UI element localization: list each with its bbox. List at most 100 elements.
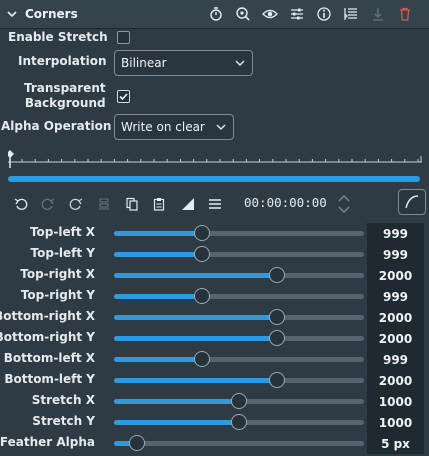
keyframe-ruler[interactable] — [8, 148, 422, 168]
param-row: Stretch Y 1000 — [0, 412, 429, 433]
param-label: Top-right Y — [20, 288, 95, 302]
chevron-down-icon[interactable] — [7, 9, 17, 19]
slider-fill — [114, 378, 277, 383]
curve-icon — [405, 195, 419, 209]
slider-fill — [114, 399, 239, 404]
param-slider[interactable] — [114, 393, 364, 409]
param-label: Feather Alpha — [0, 435, 95, 449]
param-slider[interactable] — [114, 372, 364, 388]
timecode-spinner[interactable] — [337, 193, 351, 215]
slider-fill — [114, 231, 202, 236]
zoom-icon[interactable] — [233, 4, 253, 24]
param-row: Top-right X 2000 — [0, 265, 429, 286]
param-value-field[interactable]: 999 — [367, 244, 424, 265]
info-icon[interactable] — [314, 4, 334, 24]
param-value-field[interactable]: 2000 — [367, 265, 424, 286]
slider-handle[interactable] — [268, 267, 285, 283]
slider-fill — [114, 420, 239, 425]
alpha-operation-label: Alpha Operation — [1, 119, 112, 133]
trash-icon[interactable] — [395, 4, 415, 24]
slider-handle[interactable] — [231, 414, 247, 430]
eye-icon[interactable] — [260, 4, 280, 24]
param-slider[interactable] — [114, 435, 364, 451]
param-slider[interactable] — [114, 309, 364, 325]
slider-handle[interactable] — [268, 330, 285, 346]
stack-icon[interactable] — [95, 195, 113, 213]
param-label: Bottom-left Y — [4, 372, 95, 386]
slider-fill — [114, 336, 277, 341]
param-row: Bottom-left X 999 — [0, 349, 429, 370]
enable-stretch-checkbox[interactable] — [117, 31, 130, 44]
alpha-operation-select[interactable]: Write on clear — [114, 114, 234, 140]
slider-handle[interactable] — [231, 393, 247, 409]
param-label: Top-left X — [29, 225, 95, 239]
param-row: Top-left Y 999 — [0, 244, 429, 265]
param-value-field[interactable]: 999 — [367, 286, 424, 307]
param-row: Bottom-right X 2000 — [0, 307, 429, 328]
slider-handle[interactable] — [268, 372, 285, 388]
sliders-icon[interactable] — [287, 4, 307, 24]
param-label: Bottom-right Y — [0, 330, 95, 344]
param-row: Top-left X 999 — [0, 223, 429, 244]
param-label: Top-right X — [20, 267, 95, 281]
slider-handle[interactable] — [193, 225, 210, 241]
param-slider[interactable] — [114, 330, 364, 346]
param-value-field[interactable]: 1000 — [367, 412, 424, 433]
slider-handle[interactable] — [193, 351, 210, 367]
param-value-field[interactable]: 2000 — [367, 307, 424, 328]
copy-icon[interactable] — [123, 195, 141, 213]
curve-button[interactable] — [398, 189, 426, 215]
keyframe-marker — [8, 150, 14, 158]
alpha-operation-value: Write on clear — [121, 120, 205, 134]
param-value-field[interactable]: 5 px — [367, 433, 424, 454]
param-row: Feather Alpha 5 px — [0, 433, 429, 454]
timer-icon[interactable] — [206, 4, 226, 24]
menu-icon[interactable] — [206, 195, 224, 213]
param-value-field[interactable]: 1000 — [367, 391, 424, 412]
interpolation-select[interactable]: Bilinear — [114, 50, 253, 76]
slider-handle[interactable] — [128, 435, 145, 451]
slider-fill — [114, 315, 277, 320]
param-slider[interactable] — [114, 267, 364, 283]
undo-icon[interactable] — [12, 195, 30, 213]
param-row: Stretch X 1000 — [0, 391, 429, 412]
param-slider[interactable] — [114, 246, 364, 262]
param-slider[interactable] — [114, 225, 364, 241]
timecode-field[interactable]: 00:00:00:00 — [244, 195, 327, 210]
slider-fill — [114, 252, 202, 257]
slider-handle[interactable] — [268, 309, 285, 325]
param-value-field[interactable]: 999 — [367, 223, 424, 244]
interpolation-label: Interpolation — [18, 54, 107, 68]
param-value-field[interactable]: 999 — [367, 349, 424, 370]
transparent-background-label: Transparent Background — [24, 81, 106, 111]
checkmark-icon — [119, 93, 128, 101]
redo-icon[interactable] — [39, 195, 57, 213]
redo-alt-icon[interactable] — [67, 195, 85, 213]
slider-fill — [114, 357, 202, 362]
interpolation-value: Bilinear — [121, 56, 167, 70]
param-row: Bottom-right Y 2000 — [0, 328, 429, 349]
slider-handle[interactable] — [193, 288, 210, 304]
transparent-label-line2: Background — [24, 96, 106, 110]
param-slider[interactable] — [114, 414, 364, 430]
param-label: Bottom-right X — [0, 309, 95, 323]
slider-fill — [114, 294, 202, 299]
param-value-field[interactable]: 2000 — [367, 370, 424, 391]
enable-stretch-label: Enable Stretch — [8, 30, 108, 44]
param-value-field[interactable]: 2000 — [367, 328, 424, 349]
paste-icon[interactable] — [150, 195, 168, 213]
param-row: Top-right Y 999 — [0, 286, 429, 307]
slider-handle[interactable] — [193, 246, 210, 262]
param-label: Stretch Y — [32, 414, 95, 428]
list-icon[interactable] — [341, 4, 361, 24]
param-slider[interactable] — [114, 288, 364, 304]
param-slider[interactable] — [114, 351, 364, 367]
param-label: Top-left Y — [30, 246, 95, 260]
chevron-down-icon — [235, 60, 245, 66]
param-label: Stretch X — [31, 393, 95, 407]
move-down-icon[interactable] — [368, 4, 388, 24]
timeline-bar[interactable] — [8, 176, 420, 182]
transparent-background-checkbox[interactable] — [117, 90, 130, 103]
ramp-icon[interactable] — [179, 195, 197, 213]
param-label: Bottom-left X — [3, 351, 95, 365]
